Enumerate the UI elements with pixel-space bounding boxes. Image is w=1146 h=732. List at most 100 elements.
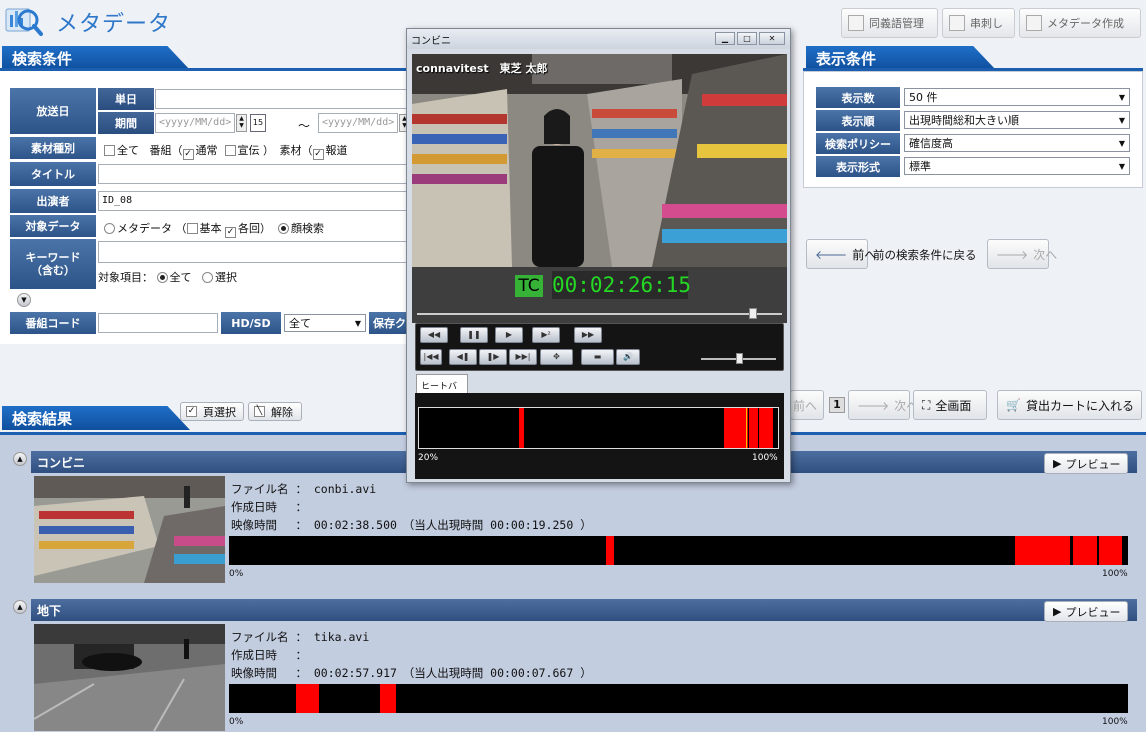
target-metadata-radio[interactable]: [104, 223, 115, 234]
add-to-cart-button[interactable]: 🛒 貸出カートに入れる: [997, 390, 1142, 420]
heatbar-tab[interactable]: ヒートバー: [416, 374, 468, 405]
skewer-icon: [949, 15, 965, 31]
collapse-icon[interactable]: ▲: [13, 600, 27, 614]
period-start-input[interactable]: <yyyy/MM/dd>: [155, 113, 235, 133]
dropdown-arrow-icon: ▼: [1118, 138, 1125, 148]
program-code-input[interactable]: [98, 313, 218, 333]
synonym-icon: [848, 15, 864, 31]
video-player-window[interactable]: コンビニ ▁ □ ✕ connavitest 東芝 太郎 TC 00:02:26…: [406, 28, 791, 483]
timecode-display: 00:02:26:15: [552, 271, 692, 299]
volume-icon[interactable]: 🔊: [616, 349, 640, 365]
range-separator: ～: [298, 119, 311, 133]
pause-icon[interactable]: ❚❚: [460, 327, 488, 343]
target-each-checkbox[interactable]: ✓: [225, 227, 236, 238]
target-basic-checkbox[interactable]: [186, 223, 198, 234]
created-row: 作成日時 ：: [231, 648, 307, 662]
create-metadata-button[interactable]: メタデータ作成: [1019, 8, 1141, 38]
single-day-input[interactable]: [155, 89, 410, 109]
seek-track[interactable]: [417, 313, 782, 315]
material-type-label: 素材種別: [10, 137, 96, 159]
preview-icon: ▶: [1053, 457, 1062, 470]
minimize-icon[interactable]: ▁: [715, 32, 735, 45]
keyword-input[interactable]: [98, 241, 410, 263]
period-start-spinner[interactable]: ▲ ▼: [236, 114, 247, 132]
heat-start-label: 0%: [229, 569, 244, 579]
create-metadata-icon: [1026, 15, 1042, 31]
program-normal-checkbox[interactable]: ✓: [182, 149, 194, 160]
fast-forward-icon[interactable]: ▶▶: [574, 327, 602, 343]
target-items-options: 対象項目： 全て 選択: [98, 271, 237, 284]
display-format-label: 表示形式: [816, 156, 900, 177]
file-name-row: ファイル名 ： tika.avi: [231, 630, 370, 644]
target-items-all-radio[interactable]: [156, 272, 168, 283]
broadcast-date-label: 放送日: [10, 88, 96, 134]
heat-bar[interactable]: [229, 684, 1128, 713]
display-order-label: 表示順: [816, 110, 900, 131]
fullscreen-icon[interactable]: ✥: [540, 349, 573, 365]
fast-play-icon[interactable]: ▶²: [532, 327, 560, 343]
target-items-select-radio[interactable]: [202, 272, 213, 283]
period-end-input[interactable]: <yyyy/MM/dd>: [318, 113, 398, 133]
duration-row: 映像時間 ： 00:02:38.500 （当人出現時間 00:00:19.250…: [231, 518, 592, 532]
display-format-select[interactable]: 標準 ▼: [904, 157, 1130, 175]
history-prev-button[interactable]: 🡐 前へ: [806, 239, 876, 269]
dropdown-arrow-icon: ▼: [1118, 92, 1125, 102]
rewind-icon[interactable]: ◀◀: [420, 327, 448, 343]
result-thumbnail[interactable]: [34, 476, 225, 583]
close-icon[interactable]: ✕: [759, 32, 785, 45]
step-back-icon[interactable]: ◀❚: [449, 349, 477, 365]
heat-segment: [724, 408, 748, 448]
display-count-label: 表示数: [816, 87, 900, 108]
seek-handle[interactable]: [748, 308, 757, 319]
arrow-left-icon: 🡐: [815, 247, 848, 262]
single-day-label: 単日: [98, 88, 154, 110]
video-frame[interactable]: connavitest 東芝 太郎: [412, 54, 787, 267]
player-heat-bar[interactable]: [418, 407, 779, 449]
collapse-icon[interactable]: ▲: [13, 452, 27, 466]
preview-icon: ▶: [1053, 605, 1062, 618]
hdsd-select[interactable]: 全て ▼: [284, 314, 366, 332]
material-report-checkbox[interactable]: ✓: [312, 149, 324, 160]
display-order-select[interactable]: 出現時間総和大きい順 ▼: [904, 111, 1130, 129]
duration-row: 映像時間 ： 00:02:57.917 （当人出現時間 00:00:07.667…: [231, 666, 592, 680]
fullscreen-button[interactable]: ⛶ 全画面: [913, 390, 987, 420]
calendar-icon[interactable]: 15: [250, 114, 266, 132]
preview-button[interactable]: ▶ プレビュー: [1044, 453, 1128, 474]
volume-handle[interactable]: [735, 353, 743, 364]
skip-end-icon[interactable]: ▶▶|: [509, 349, 537, 365]
page-select-button[interactable]: ✓ 頁選択: [180, 402, 244, 421]
app-logo-icon: [4, 5, 44, 37]
release-button[interactable]: ╲ 解除: [248, 402, 302, 421]
heat-bar[interactable]: [229, 536, 1128, 565]
skewer-button[interactable]: 串刺し: [942, 8, 1015, 38]
heat-segment: [1073, 536, 1097, 565]
app-title: メタデータ: [56, 12, 172, 37]
preview-button[interactable]: ▶ プレビュー: [1044, 601, 1128, 622]
save-conditions-button[interactable]: 保存ク: [369, 312, 410, 334]
synonym-management-button[interactable]: 同義語管理: [841, 8, 938, 38]
skip-start-icon[interactable]: |◀◀: [420, 349, 442, 365]
player-heat-end-label: 100%: [752, 453, 778, 463]
fullscreen-icon: ⛶: [922, 397, 931, 412]
display-count-select[interactable]: 50 件 ▼: [904, 88, 1130, 106]
expand-chevron-icon[interactable]: ▼: [17, 293, 31, 307]
pager-prev-button[interactable]: 前へ: [790, 390, 824, 420]
heat-segment: [1099, 536, 1122, 565]
performer-input[interactable]: ID_08: [98, 191, 410, 211]
search-policy-label: 検索ポリシー: [816, 133, 900, 154]
video-overlay-text: connavitest 東芝 太郎: [416, 62, 548, 75]
title-input[interactable]: [98, 164, 410, 184]
pager-next-button[interactable]: 🡒 次へ: [848, 390, 918, 420]
play-icon[interactable]: ▶: [495, 327, 523, 343]
search-policy-select[interactable]: 確信度高 ▼: [904, 134, 1130, 152]
maximize-icon[interactable]: □: [737, 32, 757, 45]
history-next-button[interactable]: 🡒 次へ: [987, 239, 1057, 269]
result-thumbnail[interactable]: [34, 624, 225, 731]
target-face-radio[interactable]: [278, 223, 289, 234]
back-to-previous-text: 前の検索条件に戻る: [873, 248, 977, 262]
dropdown-arrow-icon: ▼: [1118, 115, 1125, 125]
material-all-checkbox[interactable]: [104, 145, 115, 156]
subtitle-icon[interactable]: ▬: [581, 349, 614, 365]
step-forward-icon[interactable]: ❚▶: [479, 349, 507, 365]
program-ad-checkbox[interactable]: [224, 145, 236, 156]
